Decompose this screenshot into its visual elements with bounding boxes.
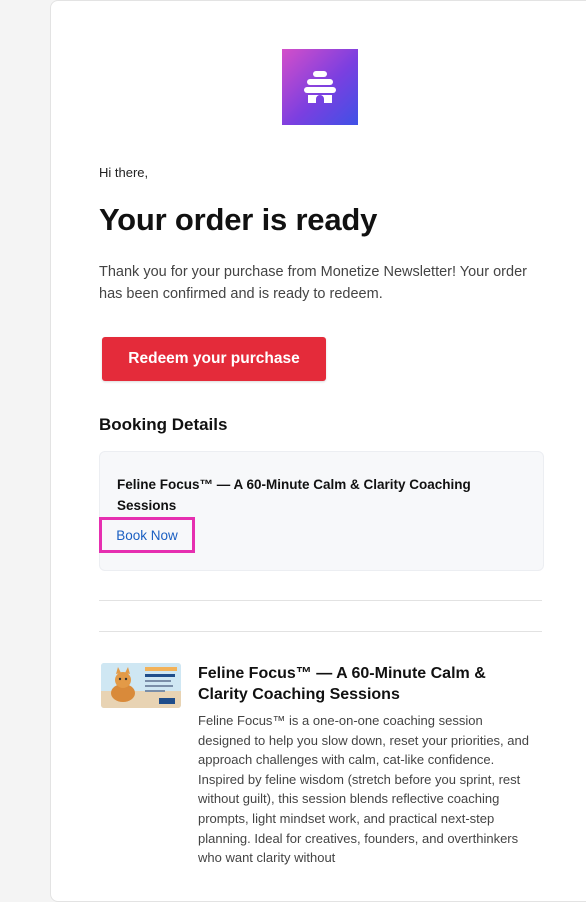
redeem-purchase-button[interactable]: Redeem your purchase [102, 337, 326, 381]
booking-details-heading: Booking Details [99, 415, 228, 434]
book-now-link[interactable]: Book Now [99, 517, 195, 553]
product-thumbnail-image [101, 663, 181, 708]
divider [99, 600, 542, 601]
product-title: Feline Focus™ — A 60-Minute Calm & Clari… [198, 665, 486, 703]
booking-item-name: Feline Focus™ — A 60-Minute Calm & Clari… [117, 477, 471, 513]
email-card: Hi there, Your order is ready Thank you … [50, 0, 586, 902]
beehive-logo-icon [282, 49, 358, 125]
product-description: Feline Focus™ is a one-on-one coaching s… [198, 713, 529, 866]
page-title: Your order is ready [99, 202, 378, 237]
greeting-text: Hi there, [99, 165, 149, 180]
booking-details-box: Feline Focus™ — A 60-Minute Calm & Clari… [99, 451, 544, 571]
intro-paragraph: Thank you for your purchase from Monetiz… [99, 264, 527, 302]
divider [99, 631, 542, 632]
